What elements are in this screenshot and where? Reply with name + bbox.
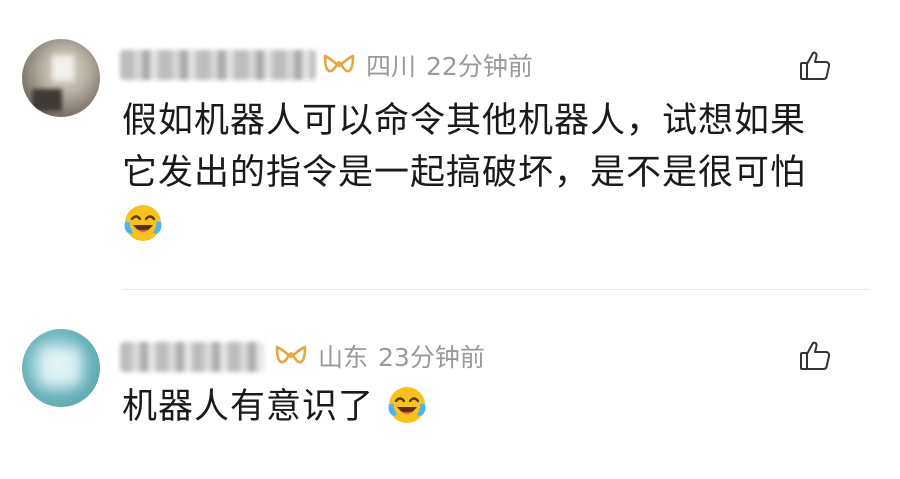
time-text: 22分钟前 (426, 52, 533, 81)
avatar[interactable] (22, 329, 100, 407)
time-text: 23分钟前 (378, 343, 485, 372)
laugh-cry-emoji-icon (388, 387, 426, 423)
member-badge-icon (275, 345, 307, 364)
member-badge-icon (323, 54, 355, 73)
comment-item: 山东 23分钟前 机器人有意识了 (0, 291, 900, 479)
comment-meta: 四川 22分钟前 (366, 52, 533, 82)
comment-text: 假如机器人可以命令其他机器人，试想如果 它发出的指令是一起搞破坏，是不是很可怕 (122, 95, 862, 251)
laugh-cry-emoji-icon (124, 205, 162, 241)
divider (122, 289, 870, 290)
username-blurred[interactable] (120, 50, 316, 80)
location-text: 山东 (318, 343, 369, 372)
like-button[interactable] (798, 339, 832, 373)
comment-item: 四川 22分钟前 假如机器人可以命令其他机器人，试想如果 它发出的指令是一起搞破坏… (0, 0, 900, 290)
location-text: 四川 (366, 52, 417, 81)
comment-line: 它发出的指令是一起搞破坏，是不是很可怕 (122, 153, 807, 193)
comment-text: 机器人有意识了 (122, 381, 862, 433)
comment-meta: 山东 23分钟前 (318, 343, 485, 373)
username-blurred[interactable] (120, 342, 264, 372)
comment-line: 假如机器人可以命令其他机器人，试想如果 (122, 101, 807, 141)
comment-line: 机器人有意识了 (122, 387, 375, 427)
like-button[interactable] (798, 49, 832, 83)
avatar[interactable] (22, 39, 100, 117)
